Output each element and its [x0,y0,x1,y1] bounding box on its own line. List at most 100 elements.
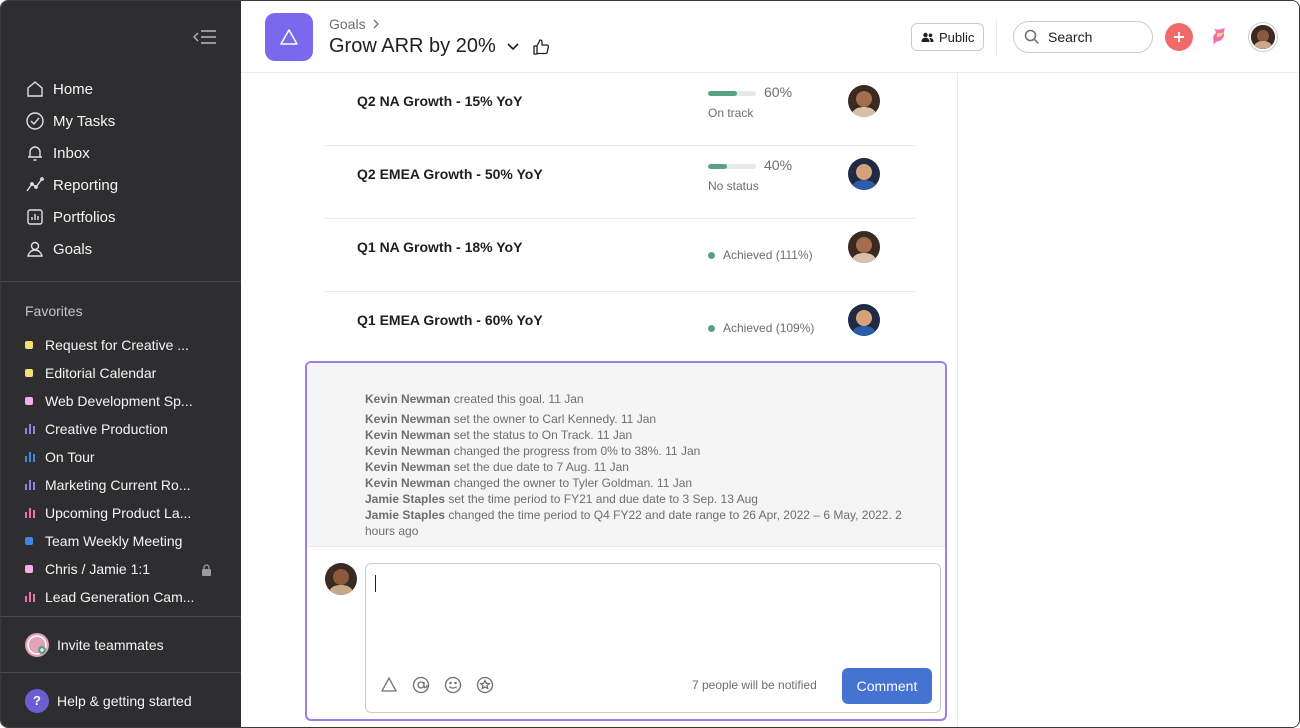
goal-status: Achieved (111%) [708,248,813,262]
sidebar-item-inbox[interactable]: Inbox [1,137,241,169]
sidebar-item-label: Portfolios [53,208,116,226]
collapse-sidebar-icon[interactable] [189,25,219,49]
goal-icon [265,13,313,61]
people-icon [921,32,934,42]
bell-icon [28,146,42,161]
text-cursor [375,575,376,592]
sidebar-item-label: Goals [53,240,93,258]
progress-fill [708,91,737,96]
favorite-item[interactable]: Editorial Calendar [1,359,241,387]
sidebar-item-home[interactable]: Home [1,73,241,105]
sidebar-item-goals[interactable]: Goals [1,233,241,265]
owner-avatar[interactable] [848,85,880,117]
invite-teammates-button[interactable]: Invite teammates [25,633,164,657]
goal-name[interactable]: Q1 NA Growth - 18% YoY [357,219,522,275]
story-text: changed the owner to Tyler Goldman. 11 J… [450,476,693,490]
user-avatar[interactable] [1249,23,1277,51]
comment-button[interactable]: Comment [842,668,932,704]
favorite-label: Team Weekly Meeting [45,533,183,549]
favorite-item[interactable]: Web Development Sp... [1,387,241,415]
favorite-item[interactable]: Creative Production [1,415,241,443]
story-actor[interactable]: Kevin Newman [365,428,450,442]
sidebar-item-portfolios[interactable]: Portfolios [1,201,241,233]
favorite-item[interactable]: Marketing Current Ro... [1,471,241,499]
story-actor[interactable]: Kevin Newman [365,412,450,426]
sidebar-item-reporting[interactable]: Reporting [1,169,241,201]
story-text: changed the time period to Q4 FY22 and d… [365,508,902,538]
public-button[interactable]: Public [911,23,985,51]
activity-story: Kevin Newman set the status to On Track.… [365,427,905,443]
search-icon [1024,29,1040,45]
story-actor[interactable]: Jamie Staples [365,492,445,506]
sidebar-divider [1,281,241,282]
help-label: Help & getting started [57,693,192,709]
story-text: set the owner to Carl Kennedy. 11 Jan [450,412,657,426]
lock-icon [201,563,212,576]
goal-row[interactable]: Q1 EMEA Growth - 60% YoY Achieved (109%) [325,292,916,365]
asana-logo-icon[interactable] [1207,25,1231,49]
status-label: Achieved (111%) [723,248,813,262]
public-label: Public [939,29,975,45]
help-button[interactable]: ? Help & getting started [25,689,192,713]
breadcrumb[interactable]: Goals [329,16,380,32]
add-button[interactable] [1165,23,1193,51]
favorite-item[interactable]: Request for Creative ... [1,331,241,359]
progress-bar [708,91,756,96]
favorite-item[interactable]: Team Weekly Meeting [1,527,241,555]
favorite-item[interactable]: Chris / Jamie 1:1 [1,555,241,583]
owner-avatar[interactable] [848,304,880,336]
story-actor[interactable]: Kevin Newman [365,392,450,406]
story-actor[interactable]: Kevin Newman [365,460,450,474]
goal-row[interactable]: Q2 EMEA Growth - 50% YoY 40% No status [325,146,916,219]
thumbs-up-icon[interactable] [532,38,550,56]
favorite-item[interactable]: Upcoming Product La... [1,499,241,527]
story-actor[interactable]: Jamie Staples [365,508,445,522]
favorite-item[interactable]: On Tour [1,443,241,471]
activity-story: Jamie Staples changed the time period to… [365,507,905,539]
invite-icon [25,633,49,657]
search-input[interactable]: Search [1013,21,1153,53]
sidebar-item-my-tasks[interactable]: My Tasks [1,105,241,137]
comment-input[interactable]: 7 people will be notified Comment [365,563,941,713]
favorite-label: Marketing Current Ro... [45,477,191,493]
commenter-avatar [325,563,357,595]
story-text: changed the progress from 0% to 38%. 11 … [450,444,701,458]
favorite-label: Creative Production [45,421,168,437]
goal-row[interactable]: Q1 NA Growth - 18% YoY Achieved (111%) [325,219,916,292]
progress-percent: 60% [764,84,793,100]
goal-row[interactable]: Q2 NA Growth - 15% YoY 60% On track [325,73,916,146]
sidebar-divider [1,616,241,617]
notify-text: 7 people will be notified [692,678,817,692]
chevron-down-icon[interactable] [506,42,520,52]
header-divider [996,19,997,55]
goal-name[interactable]: Q1 EMEA Growth - 60% YoY [357,292,543,348]
activity-panel: Kevin Newman created this goal. 11 Jan Ke… [305,361,947,721]
breadcrumb-goals[interactable]: Goals [329,16,366,32]
favorite-label: On Tour [45,449,95,465]
star-icon[interactable] [476,676,494,694]
main-nav: Home My Tasks Inbox Reporting Portfolios Goal… [1,73,241,265]
portfolio-bars-icon [25,592,35,602]
status-dot [708,251,715,259]
plus-icon [1174,32,1184,42]
goal-name[interactable]: Q2 EMEA Growth - 50% YoY [357,146,543,202]
story-actor[interactable]: Kevin Newman [365,444,450,458]
mention-icon[interactable] [412,676,430,694]
sidebar-divider [1,672,241,673]
project-color-dot [25,565,33,573]
favorite-item[interactable]: Lead Generation Cam... [1,583,241,611]
help-icon: ? [25,689,49,713]
emoji-icon[interactable] [444,676,462,694]
progress-bar [708,164,756,169]
activity-story: Kevin Newman changed the progress from 0… [365,443,905,459]
goal-status: Achieved (109%) [708,321,814,335]
portfolio-icon [27,209,43,225]
goal-icon[interactable] [380,676,398,694]
owner-avatar[interactable] [848,231,880,263]
owner-avatar[interactable] [848,158,880,190]
favorite-label: Request for Creative ... [45,337,189,353]
story-actor[interactable]: Kevin Newman [365,476,450,490]
goal-name[interactable]: Q2 NA Growth - 15% YoY [357,73,522,129]
chevron-right-icon [373,19,379,29]
status-dot [708,324,715,332]
